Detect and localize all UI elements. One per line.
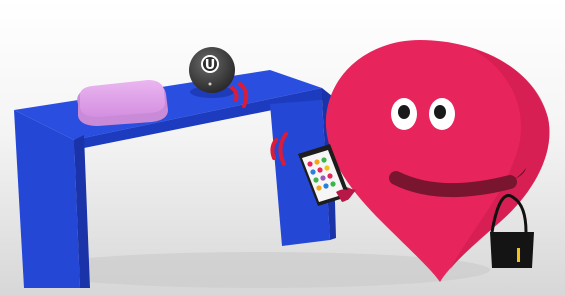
illustration-canvas: U	[0, 0, 565, 296]
illustration-scene: U	[0, 0, 565, 296]
handbag-clasp	[517, 248, 520, 262]
cushion	[77, 80, 168, 126]
beacon-logo-letter: U	[205, 58, 216, 73]
beacon-device: U	[189, 47, 235, 98]
handbag-body	[490, 232, 534, 268]
right-eye	[429, 98, 455, 130]
left-eye	[391, 98, 417, 130]
beacon-led	[208, 82, 212, 86]
